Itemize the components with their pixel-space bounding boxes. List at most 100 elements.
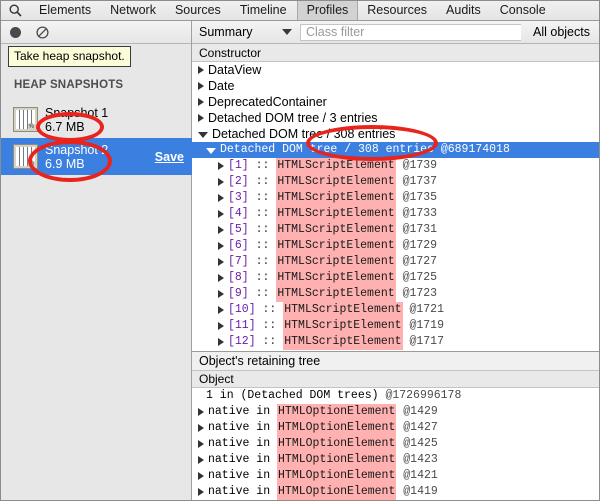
constructor-label: DataView: [208, 63, 262, 77]
triangle-right-icon[interactable]: [218, 162, 224, 170]
triangle-right-icon[interactable]: [218, 242, 224, 250]
entry-separator: ::: [255, 287, 270, 300]
object-id: @1739: [402, 159, 438, 172]
triangle-down-icon[interactable]: [198, 132, 208, 138]
snapshot-list-item[interactable]: % Snapshot 2 6.9 MB Save: [0, 138, 192, 175]
triangle-right-icon[interactable]: [218, 338, 224, 346]
constructor-class-name: HTMLScriptElement: [283, 334, 403, 350]
constructor-tree-row[interactable]: [10] :: HTMLScriptElement @1721: [192, 302, 600, 318]
triangle-right-icon[interactable]: [198, 456, 204, 464]
triangle-right-icon[interactable]: [218, 194, 224, 202]
constructor-tree-row[interactable]: DataView: [192, 62, 600, 78]
constructor-tree-row[interactable]: [7] :: HTMLScriptElement @1727: [192, 254, 600, 270]
retainer-prefix: native in: [208, 485, 271, 498]
object-id: @1725: [402, 271, 438, 284]
triangle-right-icon[interactable]: [218, 178, 224, 186]
clear-icon[interactable]: [36, 25, 62, 39]
sidebar-toolbar: [0, 21, 191, 44]
snapshot-list-item[interactable]: % Snapshot 1 6.7 MB: [0, 101, 192, 138]
constructor-tree-row[interactable]: Detached DOM tree / 308 entries: [192, 126, 600, 142]
record-icon[interactable]: [10, 26, 36, 38]
constructor-tree-row[interactable]: [11] :: HTMLScriptElement @1719: [192, 318, 600, 334]
triangle-right-icon[interactable]: [198, 66, 204, 74]
tab-timeline[interactable]: Timeline: [231, 0, 297, 20]
retainer-class-name: HTMLOptionElement: [277, 436, 397, 452]
retaining-tree-row[interactable]: native in HTMLOptionElement @1421: [192, 468, 600, 484]
tab-label: Elements: [39, 3, 92, 17]
profile-view: Summary Class filter All objects Constru…: [192, 21, 600, 501]
tab-audits[interactable]: Audits: [437, 0, 491, 20]
triangle-right-icon[interactable]: [198, 98, 204, 106]
triangle-right-icon[interactable]: [218, 258, 224, 266]
constructor-label: DeprecatedContainer: [208, 95, 327, 109]
entry-separator: ::: [255, 159, 270, 172]
constructor-tree-row[interactable]: Detached DOM tree / 308 entries @6891740…: [192, 142, 600, 158]
constructor-tree-row[interactable]: DeprecatedContainer: [192, 94, 600, 110]
tab-label: Sources: [174, 3, 221, 17]
tab-network[interactable]: Network: [101, 0, 166, 20]
view-mode-select[interactable]: Summary: [192, 25, 300, 39]
triangle-right-icon[interactable]: [218, 322, 224, 330]
retainer-class-name: HTMLOptionElement: [277, 404, 397, 420]
snapshot-title: Snapshot 2: [45, 142, 109, 157]
object-id: @1723: [402, 287, 438, 300]
entry-index: [7]: [228, 255, 249, 268]
constructor-tree-row[interactable]: Detached DOM tree / 3 entries: [192, 110, 600, 126]
constructor-class-name: HTMLScriptElement: [276, 238, 396, 254]
constructor-tree-row[interactable]: Date: [192, 78, 600, 94]
triangle-right-icon[interactable]: [198, 114, 204, 122]
triangle-right-icon[interactable]: [198, 440, 204, 448]
object-id: @1733: [402, 207, 438, 220]
snapshot-save-link[interactable]: Save: [155, 150, 184, 164]
retaining-tree-row[interactable]: native in HTMLOptionElement @1425: [192, 436, 600, 452]
tab-elements[interactable]: Elements: [30, 0, 101, 20]
tab-label: Resources: [367, 3, 428, 17]
retaining-tree-row[interactable]: native in HTMLOptionElement @1427: [192, 420, 600, 436]
triangle-right-icon[interactable]: [198, 488, 204, 496]
tab-profiles[interactable]: Profiles: [296, 0, 359, 20]
heap-snapshot-icon: %: [13, 107, 38, 132]
tab-resources[interactable]: Resources: [358, 0, 437, 20]
search-icon[interactable]: [0, 0, 30, 20]
constructor-tree-row[interactable]: [1] :: HTMLScriptElement @1739: [192, 158, 600, 174]
entry-index: [12]: [228, 335, 256, 348]
constructor-label: Detached DOM tree / 3 entries: [208, 111, 378, 125]
constructor-tree-row[interactable]: [4] :: HTMLScriptElement @1733: [192, 206, 600, 222]
retaining-tree-row[interactable]: native in HTMLOptionElement @1423: [192, 452, 600, 468]
constructor-tree[interactable]: DataView Date DeprecatedContainer Detached …: [192, 62, 600, 352]
entry-index: [10]: [228, 303, 256, 316]
tab-sources[interactable]: Sources: [166, 0, 231, 20]
retaining-tree-row[interactable]: native in HTMLOptionElement @1419: [192, 484, 600, 500]
snapshot-text: Snapshot 2 6.9 MB: [45, 143, 155, 171]
triangle-right-icon[interactable]: [218, 226, 224, 234]
constructor-tree-row[interactable]: [9] :: HTMLScriptElement @1723: [192, 286, 600, 302]
triangle-right-icon[interactable]: [218, 290, 224, 298]
constructor-tree-row[interactable]: [8] :: HTMLScriptElement @1725: [192, 270, 600, 286]
triangle-right-icon[interactable]: [198, 408, 204, 416]
entry-separator: ::: [255, 223, 270, 236]
triangle-right-icon[interactable]: [198, 472, 204, 480]
class-filter-input[interactable]: Class filter: [300, 23, 522, 41]
retaining-tree[interactable]: 1 in (Detached DOM trees) @1726996178 nat…: [192, 388, 600, 500]
retainer-prefix: native in: [208, 405, 271, 418]
retainer-class-name: HTMLOptionElement: [277, 452, 397, 468]
entry-separator: ::: [262, 319, 277, 332]
tab-console[interactable]: Console: [491, 0, 556, 20]
retaining-tree-row[interactable]: 1 in (Detached DOM trees) @1726996178: [192, 388, 600, 404]
retaining-tree-row[interactable]: native in HTMLOptionElement @1429: [192, 404, 600, 420]
triangle-right-icon[interactable]: [198, 424, 204, 432]
constructor-label: Date: [208, 79, 235, 93]
profiles-sidebar: Take heap snapshot. HEAP SNAPSHOTS % Snap…: [0, 21, 192, 501]
constructor-tree-row[interactable]: [12] :: HTMLScriptElement @1717: [192, 334, 600, 350]
triangle-right-icon[interactable]: [218, 274, 224, 282]
triangle-down-icon[interactable]: [206, 148, 216, 154]
constructor-tree-row[interactable]: [3] :: HTMLScriptElement @1735: [192, 190, 600, 206]
object-scope-select[interactable]: All objects: [521, 25, 600, 39]
triangle-right-icon[interactable]: [218, 306, 224, 314]
triangle-right-icon[interactable]: [218, 210, 224, 218]
constructor-tree-row[interactable]: [2] :: HTMLScriptElement @1737: [192, 174, 600, 190]
constructor-tree-row[interactable]: [5] :: HTMLScriptElement @1731: [192, 222, 600, 238]
constructor-class-name: HTMLScriptElement: [276, 190, 396, 206]
constructor-tree-row[interactable]: [6] :: HTMLScriptElement @1729: [192, 238, 600, 254]
triangle-right-icon[interactable]: [198, 82, 204, 90]
